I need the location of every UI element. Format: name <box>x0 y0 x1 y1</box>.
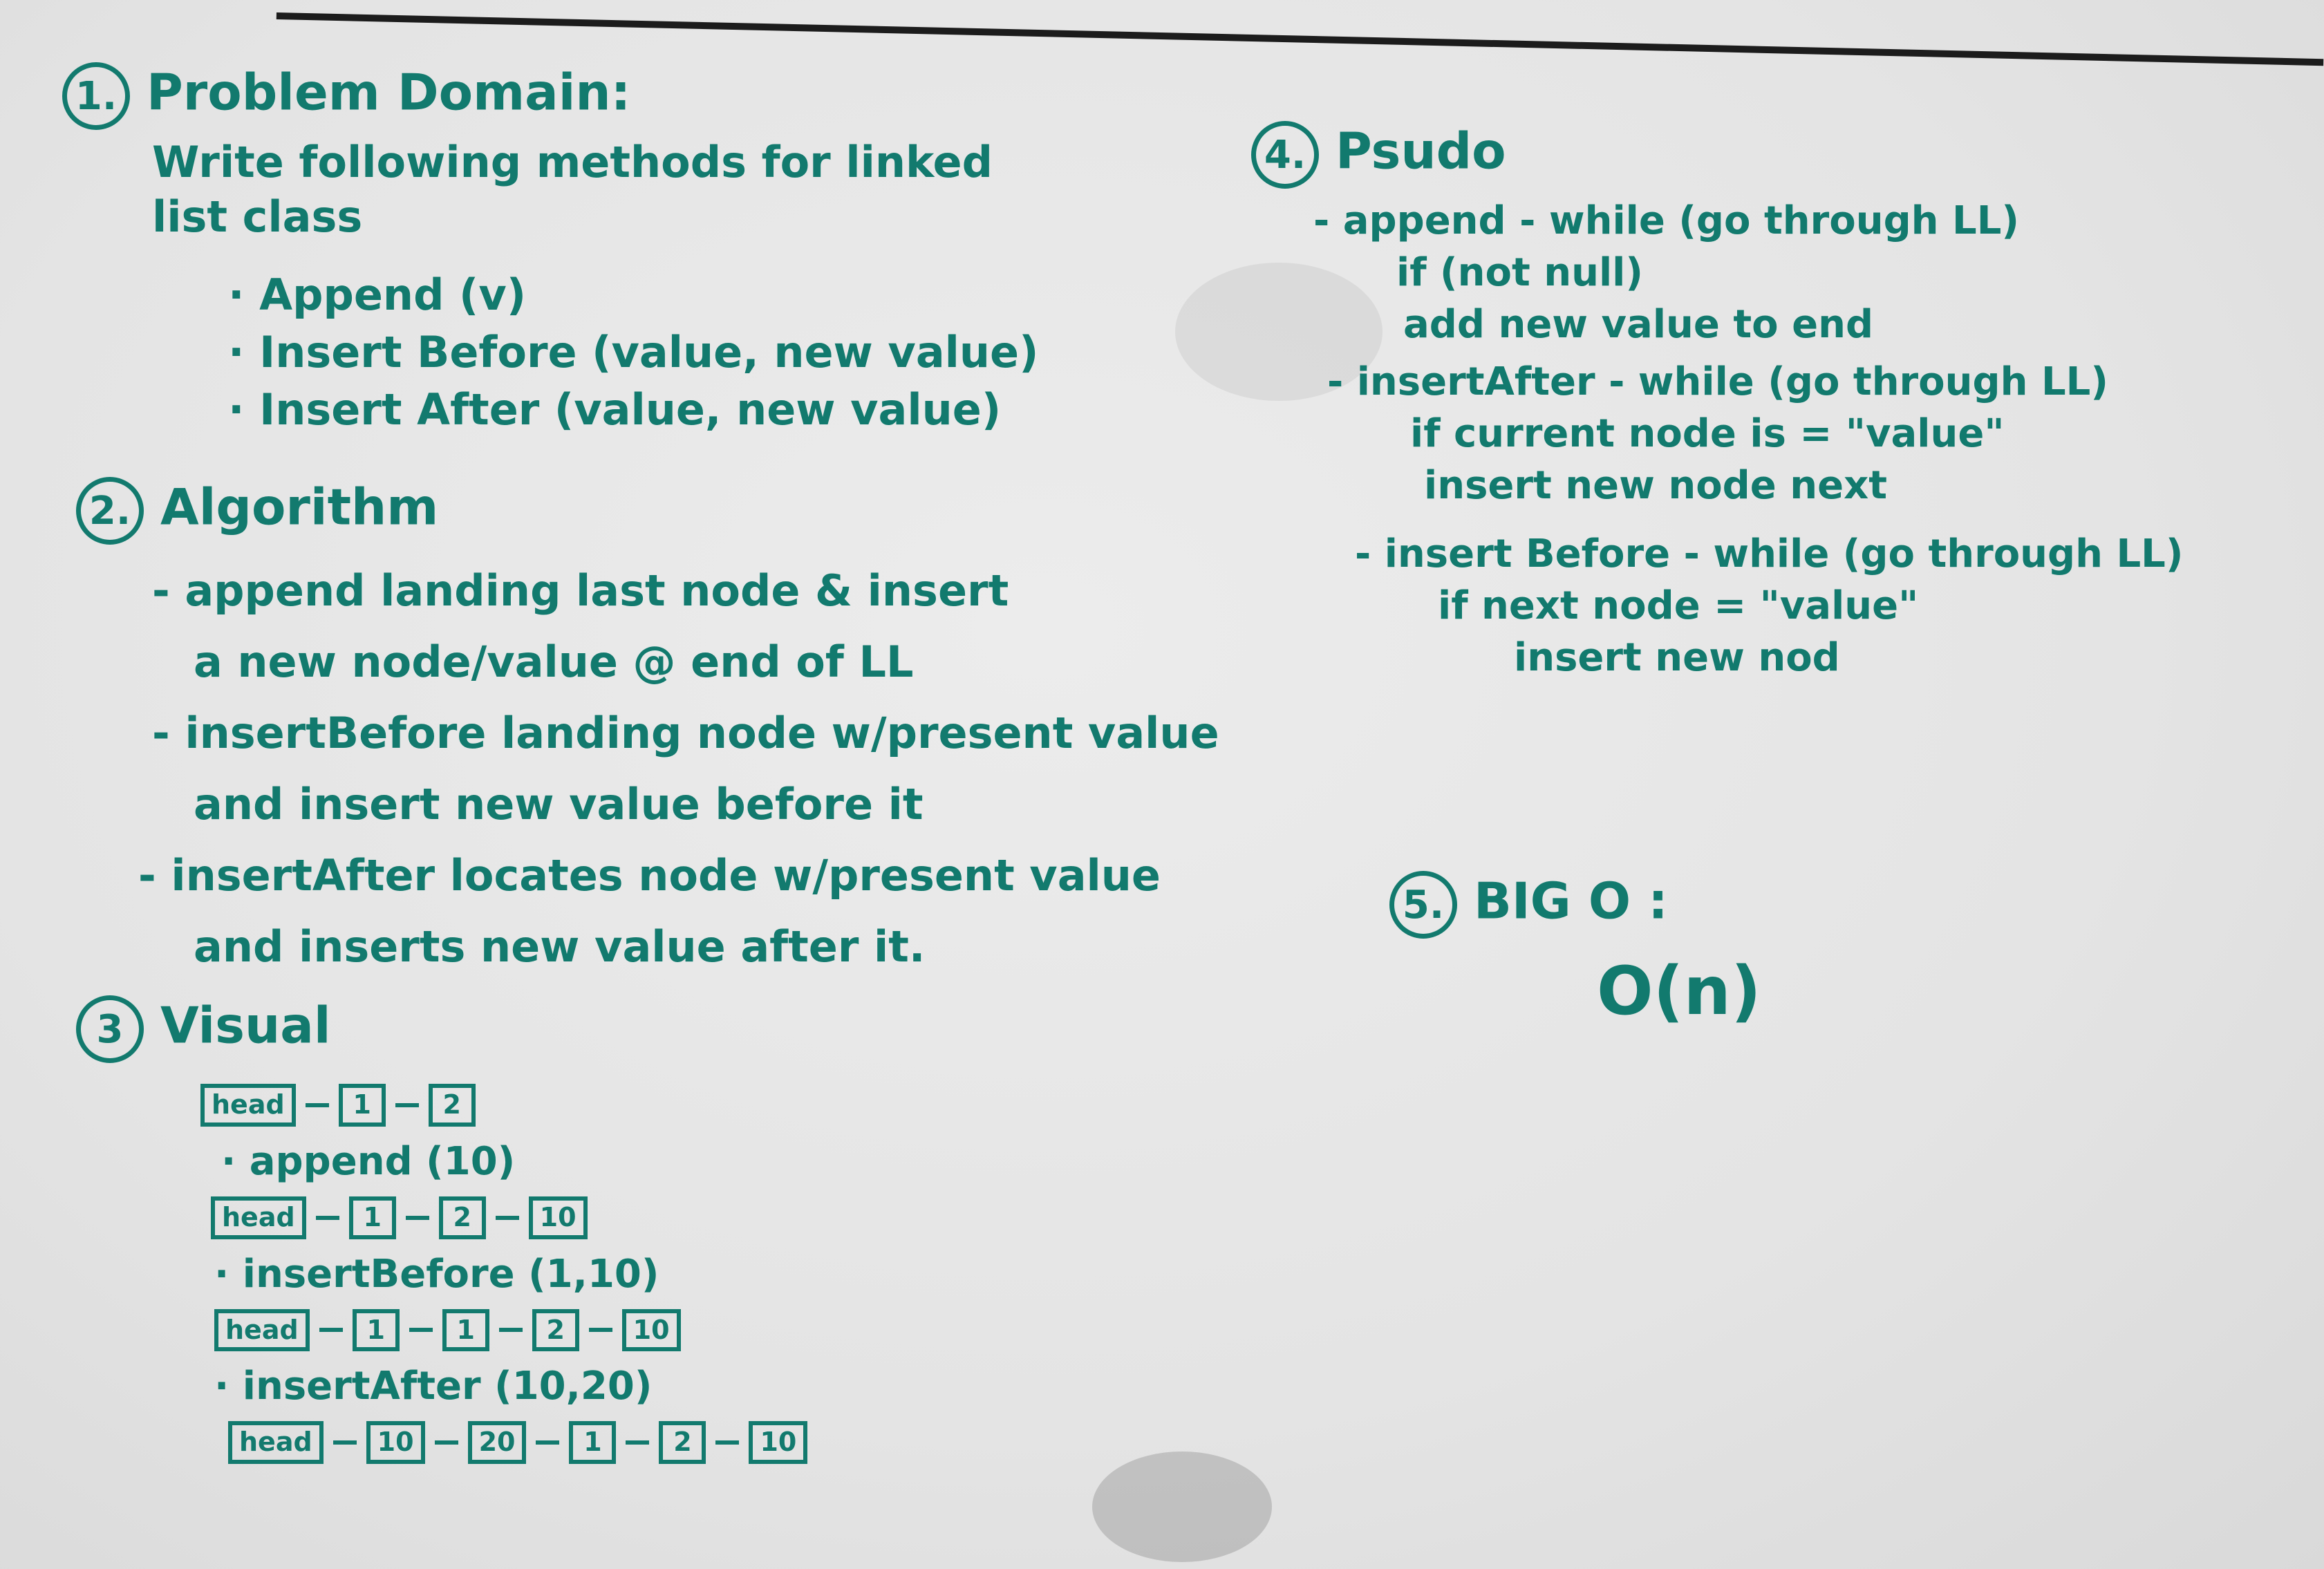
problem-line: Write following methods for linked <box>152 137 993 187</box>
list-node: 1 <box>442 1308 489 1352</box>
visual-section: 3 Visual head 1 2 · append (10) head 1 2 … <box>76 995 808 1465</box>
section-title: Visual <box>160 996 331 1055</box>
section-number: 2. <box>76 477 144 545</box>
list-node: head <box>211 1196 306 1239</box>
list-node: 2 <box>532 1308 579 1352</box>
section-title: Problem Domain: <box>147 63 631 122</box>
node-link <box>498 1328 523 1333</box>
visual-heading: 3 Visual <box>76 995 655 1063</box>
pseudo-line: insert new node next <box>1424 463 1887 508</box>
operation-label: · insertBefore (1,10) <box>214 1251 659 1297</box>
node-link <box>405 1215 429 1220</box>
algorithm-line: a new node/value @ end of LL <box>194 637 914 687</box>
algorithm-line: - insertBefore landing node w/present va… <box>152 708 1219 758</box>
list-node: 10 <box>749 1421 808 1465</box>
method-item: · Insert Before (value, new value) <box>228 327 1039 377</box>
section-number: 5. <box>1389 871 1457 939</box>
section-title: Algorithm <box>160 478 439 536</box>
algorithm-section: 2. Algorithm - append landing last node &… <box>76 477 1219 972</box>
pseudo-line: if (not null) <box>1396 250 1643 295</box>
pseudocode-heading: 4. Psudo <box>1251 121 2079 189</box>
big-o-value: O(n) <box>1597 952 1761 1030</box>
section-number: 3 <box>76 995 144 1063</box>
algorithm-line: and insert new value before it <box>194 779 924 829</box>
node-link <box>536 1440 560 1445</box>
node-link <box>626 1440 650 1445</box>
list-node: 1 <box>338 1084 386 1127</box>
pseudocode-section: 4. Psudo - append - while (go through LL)… <box>1251 121 2183 680</box>
list-node: 10 <box>366 1421 425 1465</box>
linked-list-chain: head 10 20 1 2 10 <box>228 1421 808 1465</box>
list-node: head <box>200 1084 296 1127</box>
node-link <box>305 1102 329 1107</box>
section-number: 1. <box>62 62 130 130</box>
node-link <box>395 1102 419 1107</box>
big-o-section: 5. BIG O : O(n) <box>1389 871 1761 1030</box>
section-title: BIG O : <box>1474 872 1668 930</box>
algorithm-line: - insertAfter locates node w/present val… <box>138 850 1161 901</box>
pseudo-line: - append - while (go through LL) <box>1313 198 2019 243</box>
algorithm-heading: 2. Algorithm <box>76 477 1143 545</box>
list-node: 1 <box>348 1196 396 1239</box>
operation-label: · insertAfter (10,20) <box>214 1364 653 1409</box>
list-node: 1 <box>352 1308 400 1352</box>
list-node: head <box>214 1308 310 1352</box>
linked-list-chain: head 1 2 10 <box>211 1196 790 1239</box>
problem-domain-section: 1. Problem Domain: Write following method… <box>62 62 1038 435</box>
list-node: head <box>228 1421 324 1465</box>
problem-line: list class <box>152 191 363 242</box>
section-title: Psudo <box>1336 122 1506 180</box>
list-node: 1 <box>569 1421 617 1465</box>
pseudo-line: - insertAfter - while (go through LL) <box>1327 359 2108 404</box>
pseudo-line: if next node = "value" <box>1438 583 1919 628</box>
pseudo-line: add new value to end <box>1403 302 1874 347</box>
operation-label: · append (10) <box>221 1138 516 1184</box>
pseudo-line: insert new nod <box>1514 635 1840 680</box>
node-link <box>409 1328 433 1333</box>
node-link <box>315 1215 339 1220</box>
list-node: 2 <box>438 1196 486 1239</box>
big-o-heading: 5. BIG O : <box>1389 871 1668 939</box>
linked-list-chain: head 1 1 2 10 <box>214 1308 794 1352</box>
node-link <box>319 1328 343 1333</box>
list-node: 2 <box>659 1421 706 1465</box>
node-link <box>588 1328 612 1333</box>
algorithm-line: and inserts new value after it. <box>194 921 926 972</box>
algorithm-line: - append landing last node & insert <box>152 565 1009 616</box>
node-link <box>332 1440 357 1445</box>
list-node: 20 <box>467 1421 527 1465</box>
method-item: · Append (v) <box>228 270 527 320</box>
node-link <box>495 1215 519 1220</box>
problem-domain-heading: 1. Problem Domain: <box>62 62 903 130</box>
list-node: 2 <box>428 1084 476 1127</box>
list-node: 10 <box>528 1196 588 1239</box>
pseudo-line: - insert Before - while (go through LL) <box>1355 532 2184 576</box>
method-item: · Insert After (value, new value) <box>228 384 1002 435</box>
node-link <box>715 1440 740 1445</box>
pseudo-line: if current node is = "value" <box>1410 411 2005 456</box>
section-number: 4. <box>1251 121 1319 189</box>
linked-list-chain: head 1 2 <box>200 1084 780 1127</box>
node-link <box>434 1440 458 1445</box>
smudge <box>1092 1451 1272 1562</box>
list-node: 10 <box>621 1308 681 1352</box>
